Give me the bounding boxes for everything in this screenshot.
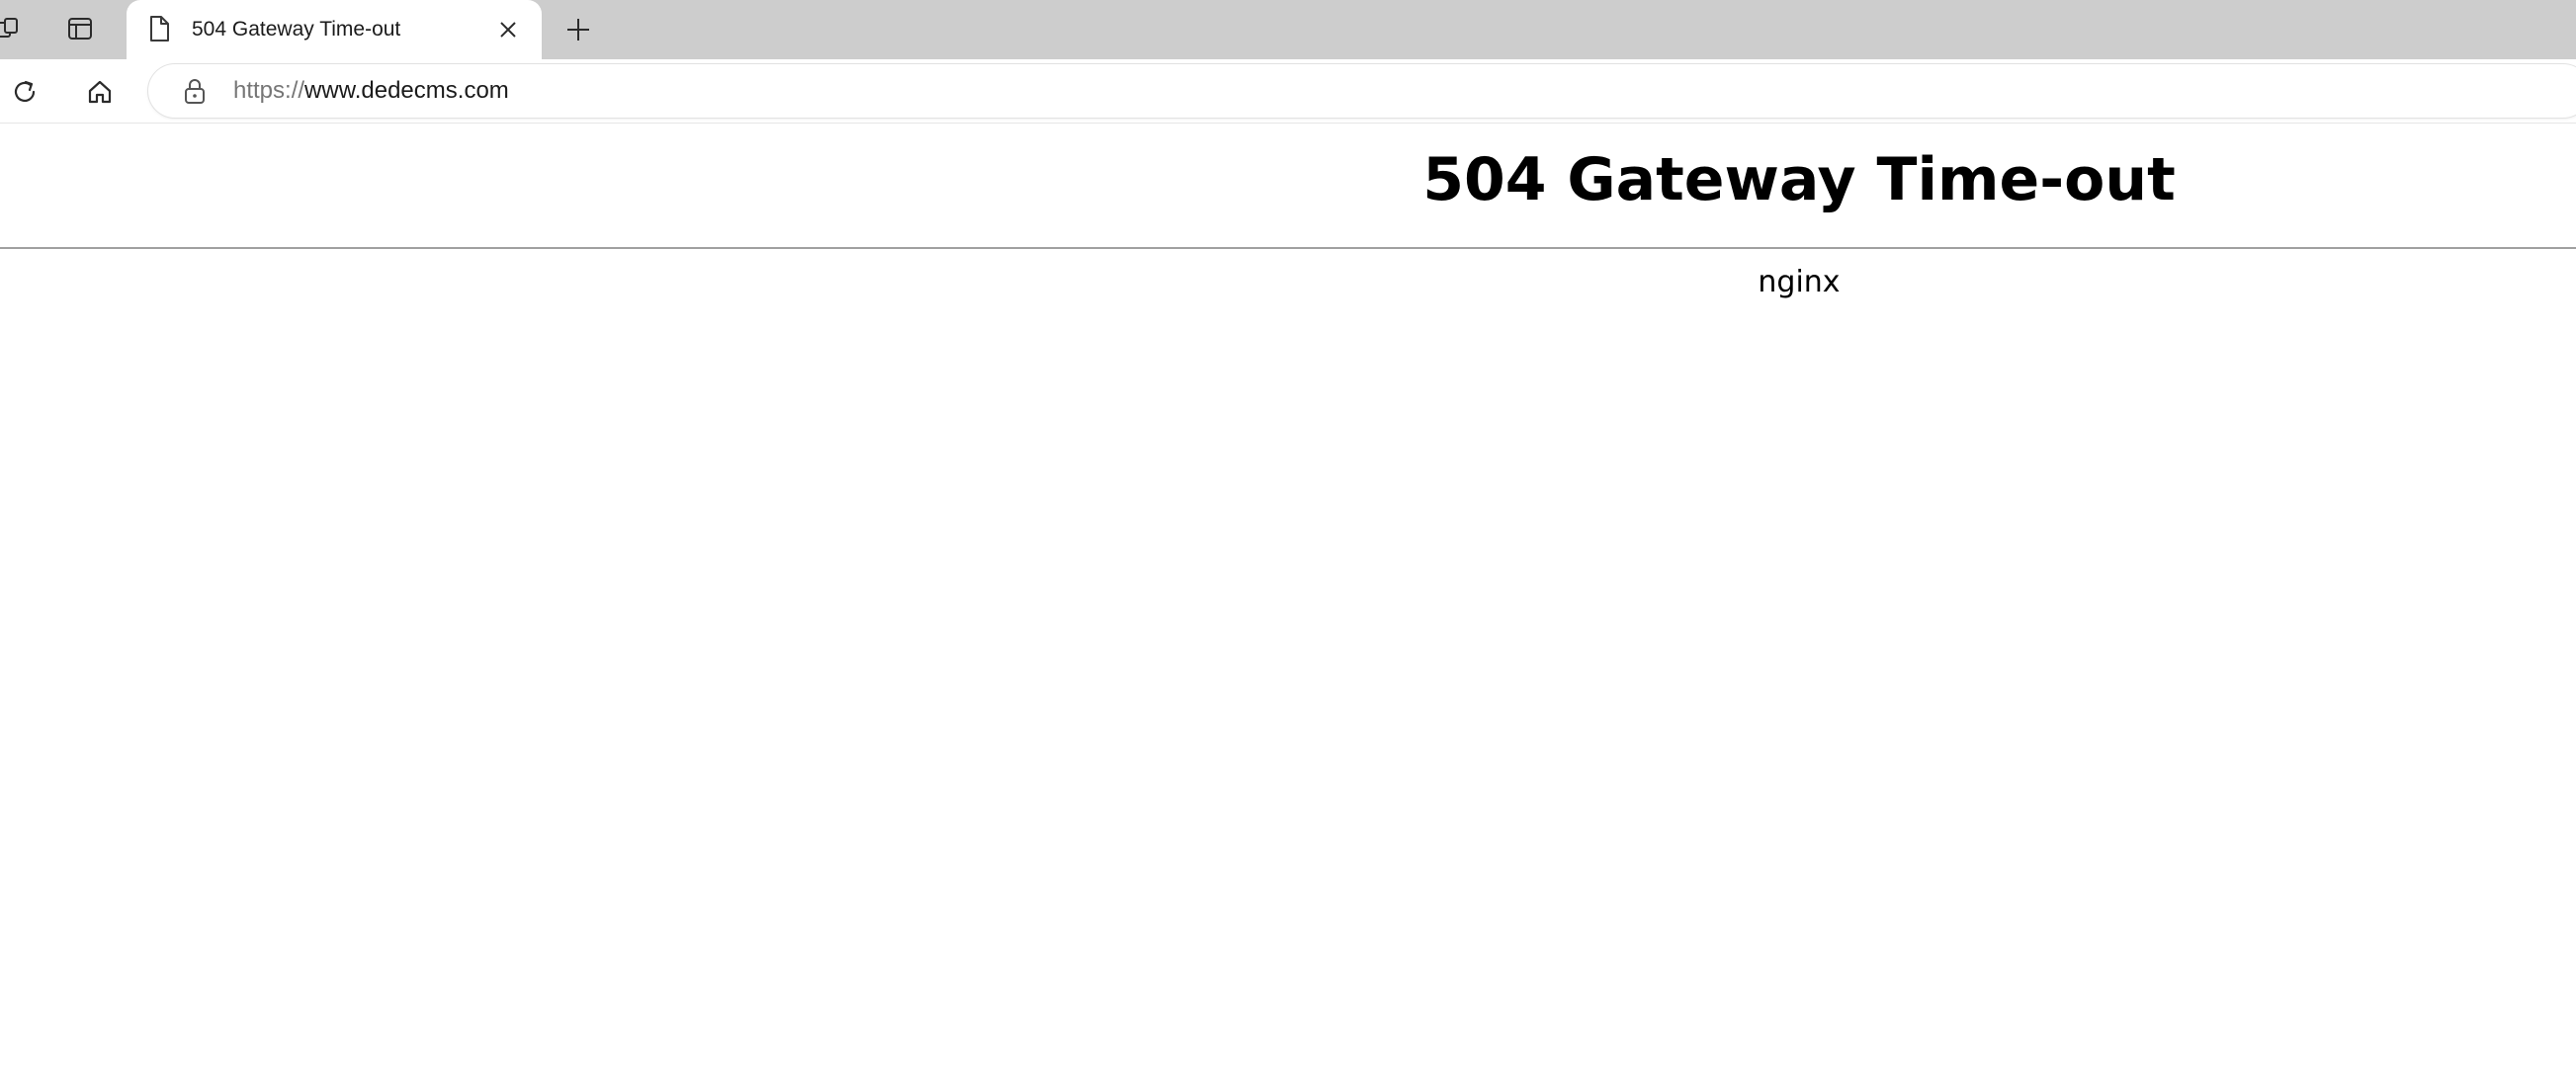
tab-strip: 504 Gateway Time-out bbox=[0, 0, 2576, 59]
home-icon[interactable] bbox=[83, 75, 117, 109]
url-host: www.dedecms.com bbox=[304, 77, 509, 104]
lock-icon[interactable] bbox=[180, 76, 210, 106]
url-scheme: https:// bbox=[233, 77, 305, 104]
workspaces-icon[interactable] bbox=[0, 14, 24, 43]
document-icon bbox=[144, 14, 174, 43]
address-bar[interactable]: https://www.dedecms.com bbox=[148, 64, 2576, 118]
active-tab[interactable]: 504 Gateway Time-out bbox=[127, 0, 542, 59]
tab-title: 504 Gateway Time-out bbox=[192, 18, 401, 41]
divider bbox=[0, 247, 2576, 249]
plus-icon[interactable] bbox=[561, 13, 595, 46]
close-icon[interactable] bbox=[494, 16, 522, 43]
refresh-icon[interactable] bbox=[8, 75, 42, 109]
vertical-tabs-icon[interactable] bbox=[65, 14, 95, 43]
server-name: nginx bbox=[1758, 265, 1841, 299]
url-text[interactable]: https://www.dedecms.com bbox=[233, 64, 509, 118]
error-heading: 504 Gateway Time-out bbox=[1422, 145, 2176, 214]
page-content: 504 Gateway Time-out nginx bbox=[0, 125, 2576, 1084]
browser-toolbar: https://www.dedecms.com bbox=[0, 59, 2576, 124]
